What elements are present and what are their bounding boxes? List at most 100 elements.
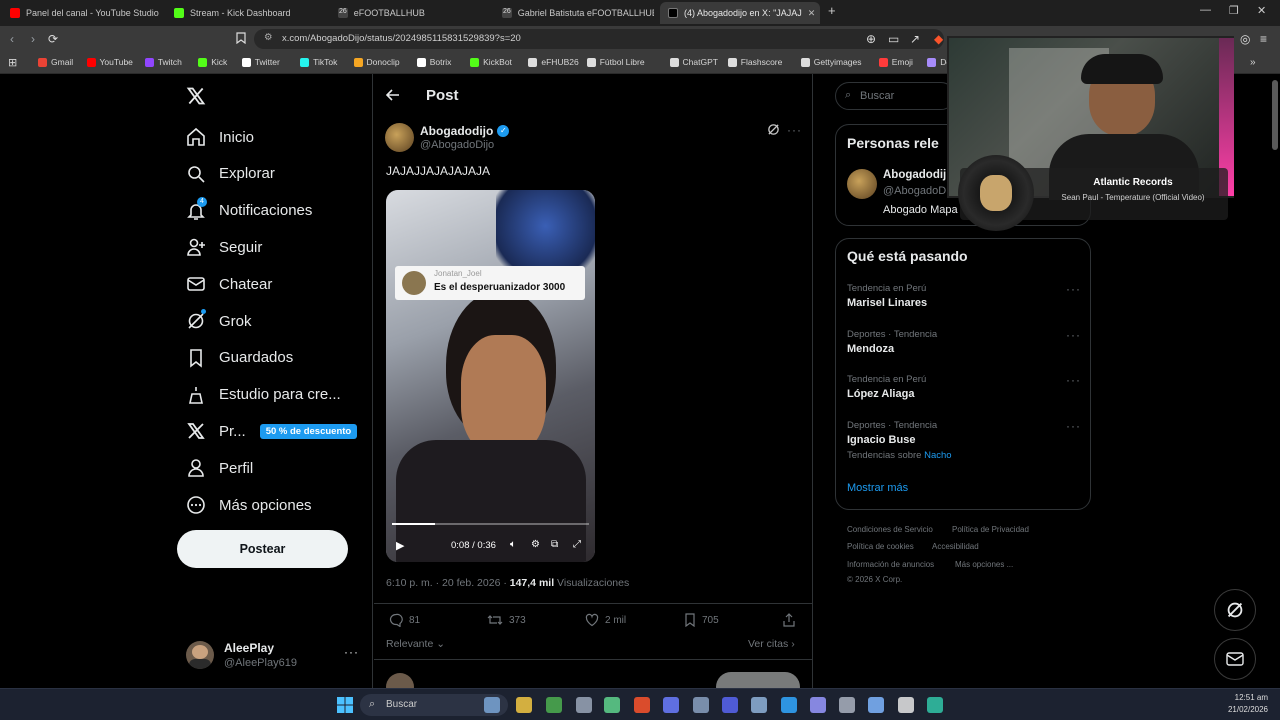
more-bookmarks-icon[interactable]: »: [1250, 57, 1256, 68]
post-timestamp[interactable]: 6:10 p. m. · 20 feb. 2026 ·: [386, 577, 510, 589]
post-button[interactable]: Postear: [177, 530, 348, 568]
view-quotes-link[interactable]: Ver citas ›: [748, 638, 795, 650]
trend-name[interactable]: López Aliaga: [847, 388, 914, 400]
trend-name[interactable]: Ignacio Buse: [847, 434, 915, 446]
windows-start-icon[interactable]: [337, 697, 353, 718]
sidebar-item-home[interactable]: Inicio: [185, 122, 254, 152]
page-scrollbar[interactable]: [1272, 80, 1278, 150]
tab-batistuta[interactable]: 26Gabriel Batistuta eFOOTBALLHUB Jug: [494, 2, 654, 24]
widgets-icon[interactable]: [484, 697, 500, 713]
pip-icon[interactable]: ⧉: [551, 539, 558, 550]
obs-icon[interactable]: [576, 697, 592, 713]
bookmark-kickbot[interactable]: KickBot: [470, 57, 512, 67]
volume-icon[interactable]: 🔈︎: [510, 539, 516, 550]
post-more-icon[interactable]: ···: [787, 123, 802, 137]
back-arrow-icon[interactable]: [385, 88, 400, 107]
bookmark-donoclip[interactable]: Donoclip: [353, 57, 400, 67]
premiere-icon[interactable]: [810, 697, 826, 713]
footer-link[interactable]: Política de Privacidad: [952, 525, 1029, 534]
messages-float-button[interactable]: [1214, 638, 1256, 680]
share-icon[interactable]: ↗: [910, 32, 920, 46]
share-button[interactable]: [782, 613, 802, 627]
search-box[interactable]: ⌕ Buscar: [835, 82, 955, 110]
sidebar-item-x-logo[interactable]: Pr... 50 % de descuento: [185, 416, 358, 446]
grok-icon[interactable]: [767, 123, 780, 141]
chrome-icon[interactable]: [546, 697, 562, 713]
trend-more-icon[interactable]: ···: [1066, 373, 1081, 387]
url-field[interactable]: ⚙ x.com/AbogadoDijo/status/2024985115831…: [254, 29, 944, 49]
clock-date[interactable]: 21/02/2026: [1212, 705, 1268, 714]
tab-x-post[interactable]: (4) Abogadodijo en X: "JAJAJ ✕: [660, 2, 820, 24]
android-icon[interactable]: [604, 697, 620, 713]
notepad-icon[interactable]: [868, 697, 884, 713]
sidebar-item-mail[interactable]: Chatear: [185, 269, 272, 299]
sidebar-item-more[interactable]: Más opciones: [185, 490, 312, 520]
bookmark-gmail[interactable]: Gmail: [38, 57, 73, 67]
tab-efootballhub[interactable]: 26 eFOOTBALLHUB: [330, 2, 490, 24]
bookmark-tiktok[interactable]: TikTok: [300, 57, 337, 67]
bookmark-page-icon[interactable]: [236, 32, 246, 47]
bookmark-f-tbol-libre[interactable]: Fútbol Libre: [586, 57, 645, 67]
bookmark-button[interactable]: 705: [684, 613, 719, 627]
media-player-icon[interactable]: [898, 697, 914, 713]
menu-icon[interactable]: ≡: [1260, 32, 1267, 46]
footer-link[interactable]: Información de anuncios: [847, 560, 934, 569]
bookmark-emoji[interactable]: Emoji: [878, 57, 913, 67]
video-editor-icon[interactable]: [663, 697, 679, 713]
bookmark-youtube[interactable]: YouTube: [86, 57, 133, 67]
bookmark-kick[interactable]: Kick: [198, 57, 227, 67]
footer-link[interactable]: Condiciones de Servicio: [847, 525, 933, 534]
footer-link[interactable]: Accesibilidad: [932, 542, 979, 551]
reload-icon[interactable]: ⟳: [48, 32, 58, 46]
video-player[interactable]: Jonatan_Joel Es el desperuanizador 3000 …: [386, 190, 595, 562]
clock-time[interactable]: 12:51 am: [1224, 693, 1268, 702]
photoshop-icon[interactable]: [781, 697, 797, 713]
cast-icon[interactable]: ▭: [888, 32, 899, 46]
forward-icon[interactable]: ›: [31, 32, 35, 46]
search-input[interactable]: Buscar: [860, 90, 894, 102]
sidebar-item-studio[interactable]: Estudio para cre...: [185, 380, 341, 410]
bookmark-gettyimages[interactable]: Gettyimages: [800, 57, 862, 67]
calculator-icon[interactable]: [693, 697, 709, 713]
show-more-link[interactable]: Mostrar más: [847, 482, 908, 494]
repost-button[interactable]: 373: [487, 613, 526, 627]
person-name[interactable]: Abogadodij: [883, 169, 946, 181]
grok-float-button[interactable]: [1214, 589, 1256, 631]
tab-kick-dashboard[interactable]: Stream - Kick Dashboard: [166, 2, 326, 24]
bookmark-efhub26[interactable]: eFHUB26: [528, 57, 579, 67]
sidebar-item-bookmark[interactable]: Guardados: [185, 343, 293, 373]
trend-name[interactable]: Mendoza: [847, 343, 894, 355]
sidebar-item-profile[interactable]: Perfil: [185, 453, 253, 483]
x-logo-icon[interactable]: [186, 86, 206, 111]
trend-name[interactable]: Marisel Linares: [847, 297, 927, 309]
trend-related-link[interactable]: Nacho: [924, 450, 951, 461]
close-tab-icon[interactable]: ✕: [808, 8, 816, 19]
discord-icon[interactable]: [722, 697, 738, 713]
sidebar-item-grok[interactable]: Grok: [185, 306, 252, 336]
video-progress-track[interactable]: [392, 523, 589, 525]
author-name[interactable]: Abogadodijo ✓: [420, 124, 510, 138]
sidebar-item-bell[interactable]: 4 Notificaciones: [185, 196, 312, 226]
apps-grid-icon[interactable]: ⊞: [8, 56, 17, 69]
bookmark-botrix[interactable]: Botrix: [416, 57, 451, 67]
sidebar-item-search[interactable]: Explorar: [185, 159, 275, 189]
vpn-icon[interactable]: ◎: [1240, 32, 1250, 46]
minimize-icon[interactable]: —: [1200, 4, 1211, 16]
brave-icon[interactable]: [634, 697, 650, 713]
premium-discount-badge[interactable]: 50 % de descuento: [259, 423, 358, 439]
restore-icon[interactable]: ❐: [1229, 4, 1239, 17]
back-icon[interactable]: ‹: [10, 32, 14, 46]
settings-icon[interactable]: [839, 697, 855, 713]
person-avatar[interactable]: [847, 169, 877, 199]
sort-dropdown[interactable]: Relevante ⌄: [386, 638, 445, 650]
brave-shield-icon[interactable]: ◆: [934, 32, 943, 46]
bookmark-chatgpt[interactable]: ChatGPT: [669, 57, 718, 67]
author-handle[interactable]: @AbogadoDijo: [420, 139, 494, 151]
steam-icon[interactable]: [751, 697, 767, 713]
trend-more-icon[interactable]: ···: [1066, 328, 1081, 342]
footer-link[interactable]: Política de cookies: [847, 542, 914, 551]
bookmark-flashscore[interactable]: Flashscore: [727, 57, 782, 67]
trend-more-icon[interactable]: ···: [1066, 282, 1081, 296]
trend-more-icon[interactable]: ···: [1066, 419, 1081, 433]
sidebar-item-follow[interactable]: Seguir: [185, 232, 262, 262]
